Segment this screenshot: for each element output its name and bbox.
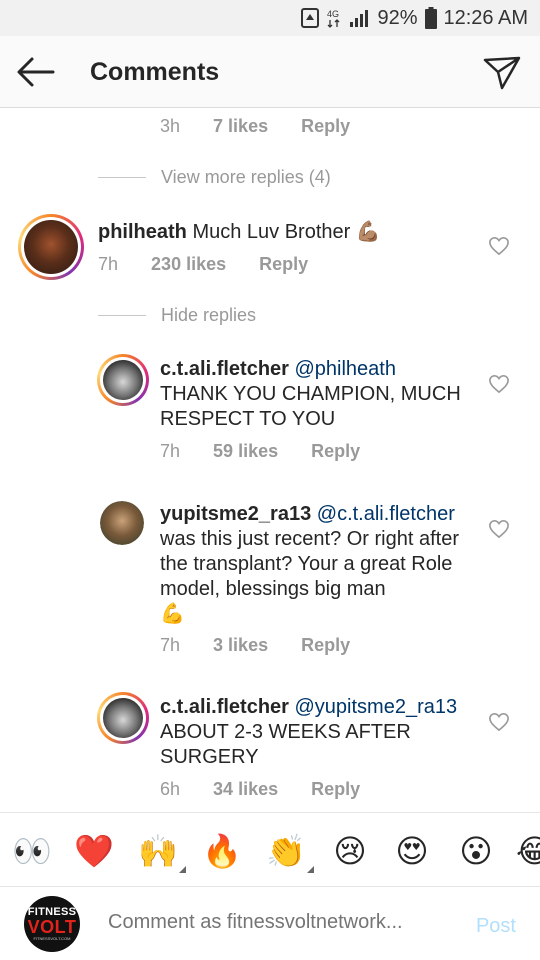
flexed-biceps-emoji: 💪🏽 <box>355 221 381 243</box>
heart-icon[interactable] <box>488 519 510 539</box>
comment-meta: 7h 230 likes Reply <box>98 254 336 275</box>
timestamp: 7h <box>98 254 119 274</box>
comment-composer: FITNESS VOLT FITNESSVOLT.COM Post <box>0 886 540 960</box>
heart-eyes-emoji-button[interactable]: 😍 <box>392 831 432 871</box>
tears-of-joy-emoji-button[interactable]: 😂 <box>516 831 540 871</box>
avatar[interactable] <box>97 354 149 406</box>
reply-text: c.t.ali.fletcher @yupitsme2_ra13 ABOUT 2… <box>160 695 480 770</box>
clapping-hands-emoji: 👏 <box>266 832 306 870</box>
hide-replies-label: Hide replies <box>161 305 257 325</box>
back-button[interactable] <box>16 54 56 90</box>
svg-text:4G: 4G <box>327 9 339 19</box>
page-title: Comments <box>90 58 220 86</box>
divider <box>98 315 146 316</box>
back-arrow-icon <box>17 57 55 87</box>
signal-icon <box>349 8 371 28</box>
surprised-face-emoji-button[interactable]: 😮 <box>456 831 496 871</box>
header: Comments <box>0 36 540 108</box>
comment-content: Much Luv Brother <box>192 221 351 243</box>
previous-reply-meta: 3h 7 likes Reply <box>160 116 378 137</box>
likes-count[interactable]: 59 likes <box>213 441 278 461</box>
battery-percent: 92% <box>377 6 418 29</box>
reply-meta: 7h 59 likes Reply <box>160 441 388 462</box>
heart-icon[interactable] <box>488 236 510 256</box>
heart-icon[interactable] <box>488 712 510 732</box>
timestamp: 7h <box>160 635 181 655</box>
direct-send-icon <box>483 56 521 90</box>
reply-button[interactable]: Reply <box>311 779 360 799</box>
reply-text: yupitsme2_ra13 @c.t.ali.fletcher was thi… <box>160 502 480 627</box>
reply-button[interactable]: Reply <box>311 441 360 461</box>
post-button[interactable]: Post <box>476 915 516 938</box>
comment-text: philheath Much Luv Brother 💪🏽 <box>98 220 478 245</box>
battery-icon <box>425 7 438 29</box>
crying-face-emoji-button[interactable]: 😢 <box>330 831 370 871</box>
hide-replies-button[interactable]: Hide replies <box>98 305 256 326</box>
timestamp: 3h <box>160 116 181 136</box>
data-4g-icon: 4G <box>327 8 341 28</box>
status-bar: 4G 92% 12:26 AM <box>0 0 540 36</box>
likes-count[interactable]: 3 likes <box>213 635 268 655</box>
mention-link[interactable]: @yupitsme2_ra13 <box>295 696 458 718</box>
nfc-icon <box>301 8 320 28</box>
clapping-hands-emoji-button[interactable]: 👏 <box>266 831 314 873</box>
fire-emoji-button[interactable]: 🔥 <box>202 831 242 871</box>
avatar-text-mid: VOLT <box>27 917 77 937</box>
current-user-avatar: FITNESS VOLT FITNESSVOLT.COM <box>24 896 80 952</box>
raising-hands-emoji-button[interactable]: 🙌 <box>138 831 186 873</box>
avatar-text-sub: FITNESSVOLT.COM <box>33 936 71 941</box>
reply-button[interactable]: Reply <box>301 116 350 136</box>
reply-text: c.t.ali.fletcher @philheath THANK YOU CH… <box>160 357 480 432</box>
likes-count[interactable]: 34 likes <box>213 779 278 799</box>
flexed-biceps-emoji: 💪 <box>160 603 185 625</box>
reply-content: was this just recent? Or right after the… <box>160 528 460 600</box>
heart-emoji-button[interactable]: ❤️ <box>74 831 114 871</box>
reply-meta: 7h 3 likes Reply <box>160 635 378 656</box>
direct-send-button[interactable] <box>482 52 522 92</box>
quick-emoji-bar: 👀 ❤️ 🙌 🔥 👏 😢 😍 😮 😂 <box>0 812 540 886</box>
mention-link[interactable]: @philheath <box>295 358 396 380</box>
reply-meta: 6h 34 likes Reply <box>160 779 388 800</box>
username[interactable]: c.t.ali.fletcher <box>160 358 289 380</box>
view-more-replies-button[interactable]: View more replies (4) <box>98 167 331 188</box>
likes-count[interactable]: 7 likes <box>213 116 268 136</box>
reply-content: ABOUT 2-3 WEEKS AFTER SURGERY <box>160 721 411 768</box>
avatar[interactable] <box>18 214 84 280</box>
divider <box>98 177 146 178</box>
mention-link[interactable]: @c.t.ali.fletcher <box>317 503 455 525</box>
username[interactable]: yupitsme2_ra13 <box>160 503 311 525</box>
clock: 12:26 AM <box>443 6 528 29</box>
avatar[interactable] <box>100 501 144 545</box>
view-more-replies-label: View more replies (4) <box>161 167 331 187</box>
reply-button[interactable]: Reply <box>259 254 308 274</box>
reply-content: THANK YOU CHAMPION, MUCH RESPECT TO YOU <box>160 383 461 430</box>
heart-icon[interactable] <box>488 374 510 394</box>
timestamp: 7h <box>160 441 181 461</box>
skin-tone-indicator <box>179 866 186 873</box>
username[interactable]: philheath <box>98 221 187 243</box>
reply-button[interactable]: Reply <box>301 635 350 655</box>
username[interactable]: c.t.ali.fletcher <box>160 696 289 718</box>
timestamp: 6h <box>160 779 181 799</box>
avatar[interactable] <box>97 692 149 744</box>
comment-input[interactable] <box>108 911 438 934</box>
likes-count[interactable]: 230 likes <box>151 254 226 274</box>
eyes-emoji-button[interactable]: 👀 <box>12 831 52 871</box>
raising-hands-emoji: 🙌 <box>138 832 178 870</box>
skin-tone-indicator <box>307 866 314 873</box>
